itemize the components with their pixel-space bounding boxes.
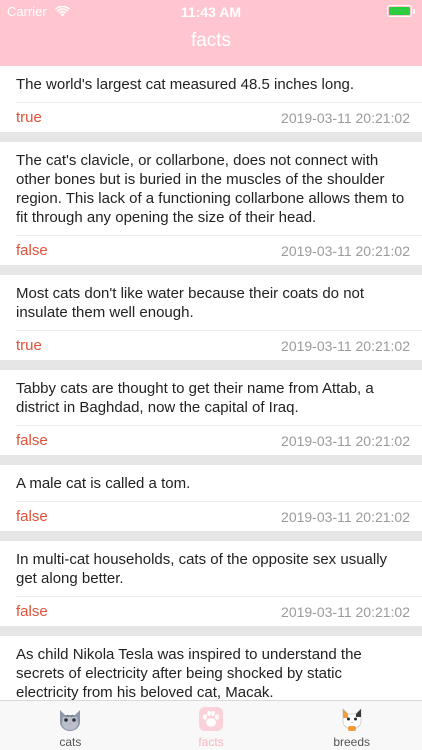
- tab-breeds[interactable]: breeds: [281, 701, 422, 750]
- fact-verdict: false: [16, 603, 48, 620]
- fact-date: 2019-03-11 20:21:02: [281, 603, 410, 620]
- cat-face-icon: [60, 710, 81, 731]
- fact-card[interactable]: The world's largest cat measured 48.5 in…: [0, 66, 422, 132]
- tab-facts[interactable]: facts: [141, 701, 282, 750]
- navigation-header: Carrier 11:43 AM facts: [0, 0, 422, 66]
- status-time: 11:43 AM: [180, 4, 242, 20]
- fact-meta: false 2019-03-11 20:21:02: [16, 235, 422, 265]
- battery-level: [389, 7, 410, 15]
- fact-text: The world's largest cat measured 48.5 in…: [16, 76, 355, 93]
- fact-card[interactable]: As child Nikola Tesla was inspired to un…: [0, 636, 422, 700]
- fact-date: 2019-03-11 20:21:02: [281, 508, 410, 525]
- fact-text: As child Nikola Tesla was inspired to un…: [16, 646, 362, 700]
- fact-text: Tabby cats are thought to get their name…: [16, 380, 374, 416]
- fact-verdict: false: [16, 432, 48, 449]
- status-bar: Carrier 11:43 AM: [0, 0, 422, 22]
- fact-date: 2019-03-11 20:21:02: [281, 109, 410, 126]
- tab-label: facts: [198, 735, 224, 749]
- facts-list[interactable]: The world's largest cat measured 48.5 in…: [0, 66, 422, 700]
- fact-meta: true 2019-03-11 20:21:02: [16, 102, 422, 132]
- fact-verdict: true: [16, 109, 42, 126]
- fact-meta: false 2019-03-11 20:21:02: [16, 596, 422, 626]
- fact-text: In multi-cat households, cats of the opp…: [16, 551, 388, 587]
- page-title: facts: [190, 30, 232, 51]
- fact-card[interactable]: In multi-cat households, cats of the opp…: [0, 541, 422, 626]
- fact-text: Most cats don't like water because their…: [16, 285, 365, 321]
- fact-text: A male cat is called a tom.: [16, 475, 191, 492]
- tab-cats[interactable]: cats: [0, 701, 141, 750]
- fact-meta: false 2019-03-11 20:21:02: [16, 425, 422, 455]
- tab-label: breeds: [333, 735, 371, 749]
- fact-date: 2019-03-11 20:21:02: [281, 242, 410, 259]
- tab-label: cats: [59, 735, 82, 749]
- battery-icon: [387, 5, 415, 17]
- calico-cat-icon: [342, 708, 362, 731]
- fact-meta: false 2019-03-11 20:21:02: [16, 501, 422, 531]
- fact-verdict: false: [16, 242, 48, 259]
- fact-card[interactable]: Tabby cats are thought to get their name…: [0, 370, 422, 455]
- paw-icon: [199, 707, 223, 731]
- app-root: Carrier 11:43 AM facts The world's large…: [0, 0, 422, 750]
- fact-verdict: false: [16, 508, 48, 525]
- fact-card[interactable]: A male cat is called a tom. false 2019-0…: [0, 465, 422, 531]
- fact-date: 2019-03-11 20:21:02: [281, 432, 410, 449]
- tab-bar: cats facts breeds: [0, 700, 422, 750]
- fact-meta: true 2019-03-11 20:21:02: [16, 330, 422, 360]
- fact-date: 2019-03-11 20:21:02: [281, 337, 410, 354]
- fact-text: The cat's clavicle, or collarbone, does …: [16, 152, 405, 226]
- fact-verdict: true: [16, 337, 42, 354]
- fact-card[interactable]: Most cats don't like water because their…: [0, 275, 422, 360]
- fact-card[interactable]: The cat's clavicle, or collarbone, does …: [0, 142, 422, 265]
